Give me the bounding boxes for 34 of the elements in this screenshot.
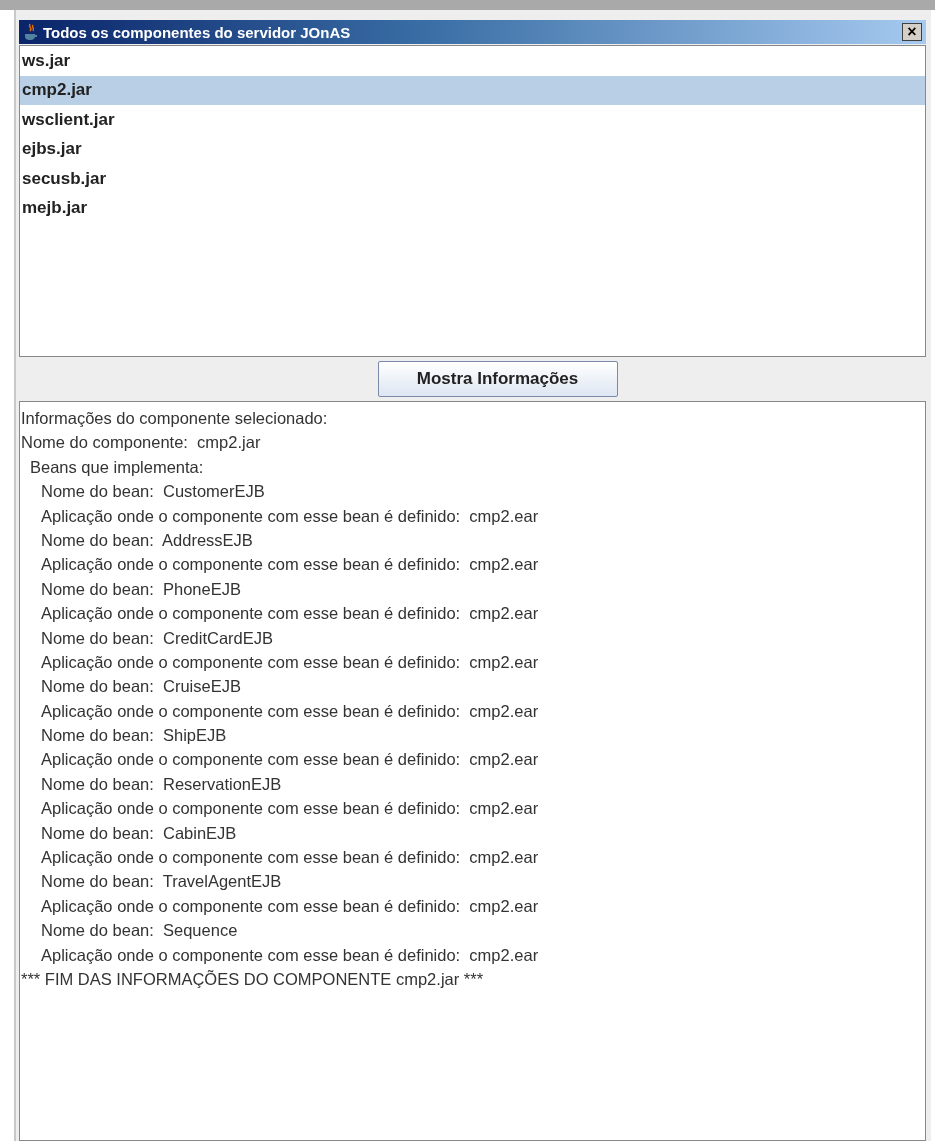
info-line: Aplicação onde o componente com esse bean é definido: cmp2.ear [40,895,540,917]
list-item[interactable]: wsclient.jar [20,105,925,135]
info-line: Nome do bean: ReservationEJB [40,773,283,795]
info-line: Aplicação onde o componente com esse bean é definido: cmp2.ear [40,847,540,869]
info-line: Aplicação onde o componente com esse bean é definido: cmp2.ear [40,798,540,820]
list-item[interactable]: secusb.jar [20,164,925,194]
info-line: Nome do bean: Sequence [40,920,239,942]
info-line: Nome do bean: TravelAgentEJB [40,871,283,893]
info-line: Informações do componente selecionado: [21,408,329,429]
info-line: Aplicação onde o componente com esse bean é definido: cmp2.ear [40,505,540,527]
info-line: Nome do componente: cmp2.jar [21,432,262,454]
info-line: Nome do bean: ShipEJB [40,725,228,747]
info-line: Aplicação onde o componente com esse bean é definido: cmp2.ear [40,944,540,966]
info-line: Aplicação onde o componente com esse bean é definido: cmp2.ear [40,651,540,673]
list-item[interactable]: ws.jar [20,46,925,76]
info-line: Nome do bean: CustomerEJB [40,481,266,503]
info-line: Aplicação onde o componente com esse bean é definido: cmp2.ear [40,554,540,576]
list-item[interactable]: mejb.jar [20,193,925,223]
info-line: Aplicação onde o componente com esse bean é definido: cmp2.ear [40,700,540,722]
info-line: Aplicação onde o componente com esse bean é definido: cmp2.ear [40,749,540,771]
close-button[interactable]: × [902,23,922,41]
info-line: Beans que implementa: [29,456,205,478]
list-item[interactable]: cmp2.jar [20,75,925,105]
info-line: Nome do bean: CruiseEJB [40,676,242,698]
coffee-cup-icon [23,23,39,41]
info-line: Aplicação onde o componente com esse bean é definido: cmp2.ear [40,603,540,625]
info-line: Nome do bean: PhoneEJB [40,578,242,600]
info-line: Nome do bean: CreditCardEJB [40,627,275,649]
info-line: Nome do bean: CabinEJB [40,822,238,844]
show-info-button[interactable]: Mostra Informações [377,361,618,397]
info-line: Nome do bean: AddressEJB [40,529,254,551]
list-item[interactable]: ejbs.jar [20,134,925,164]
window-title: Todos os componentes do servidor JOnAS [43,23,352,41]
info-line: *** FIM DAS INFORMAÇÕES DO COMPONENTE cmp2.jar *** [21,969,485,990]
